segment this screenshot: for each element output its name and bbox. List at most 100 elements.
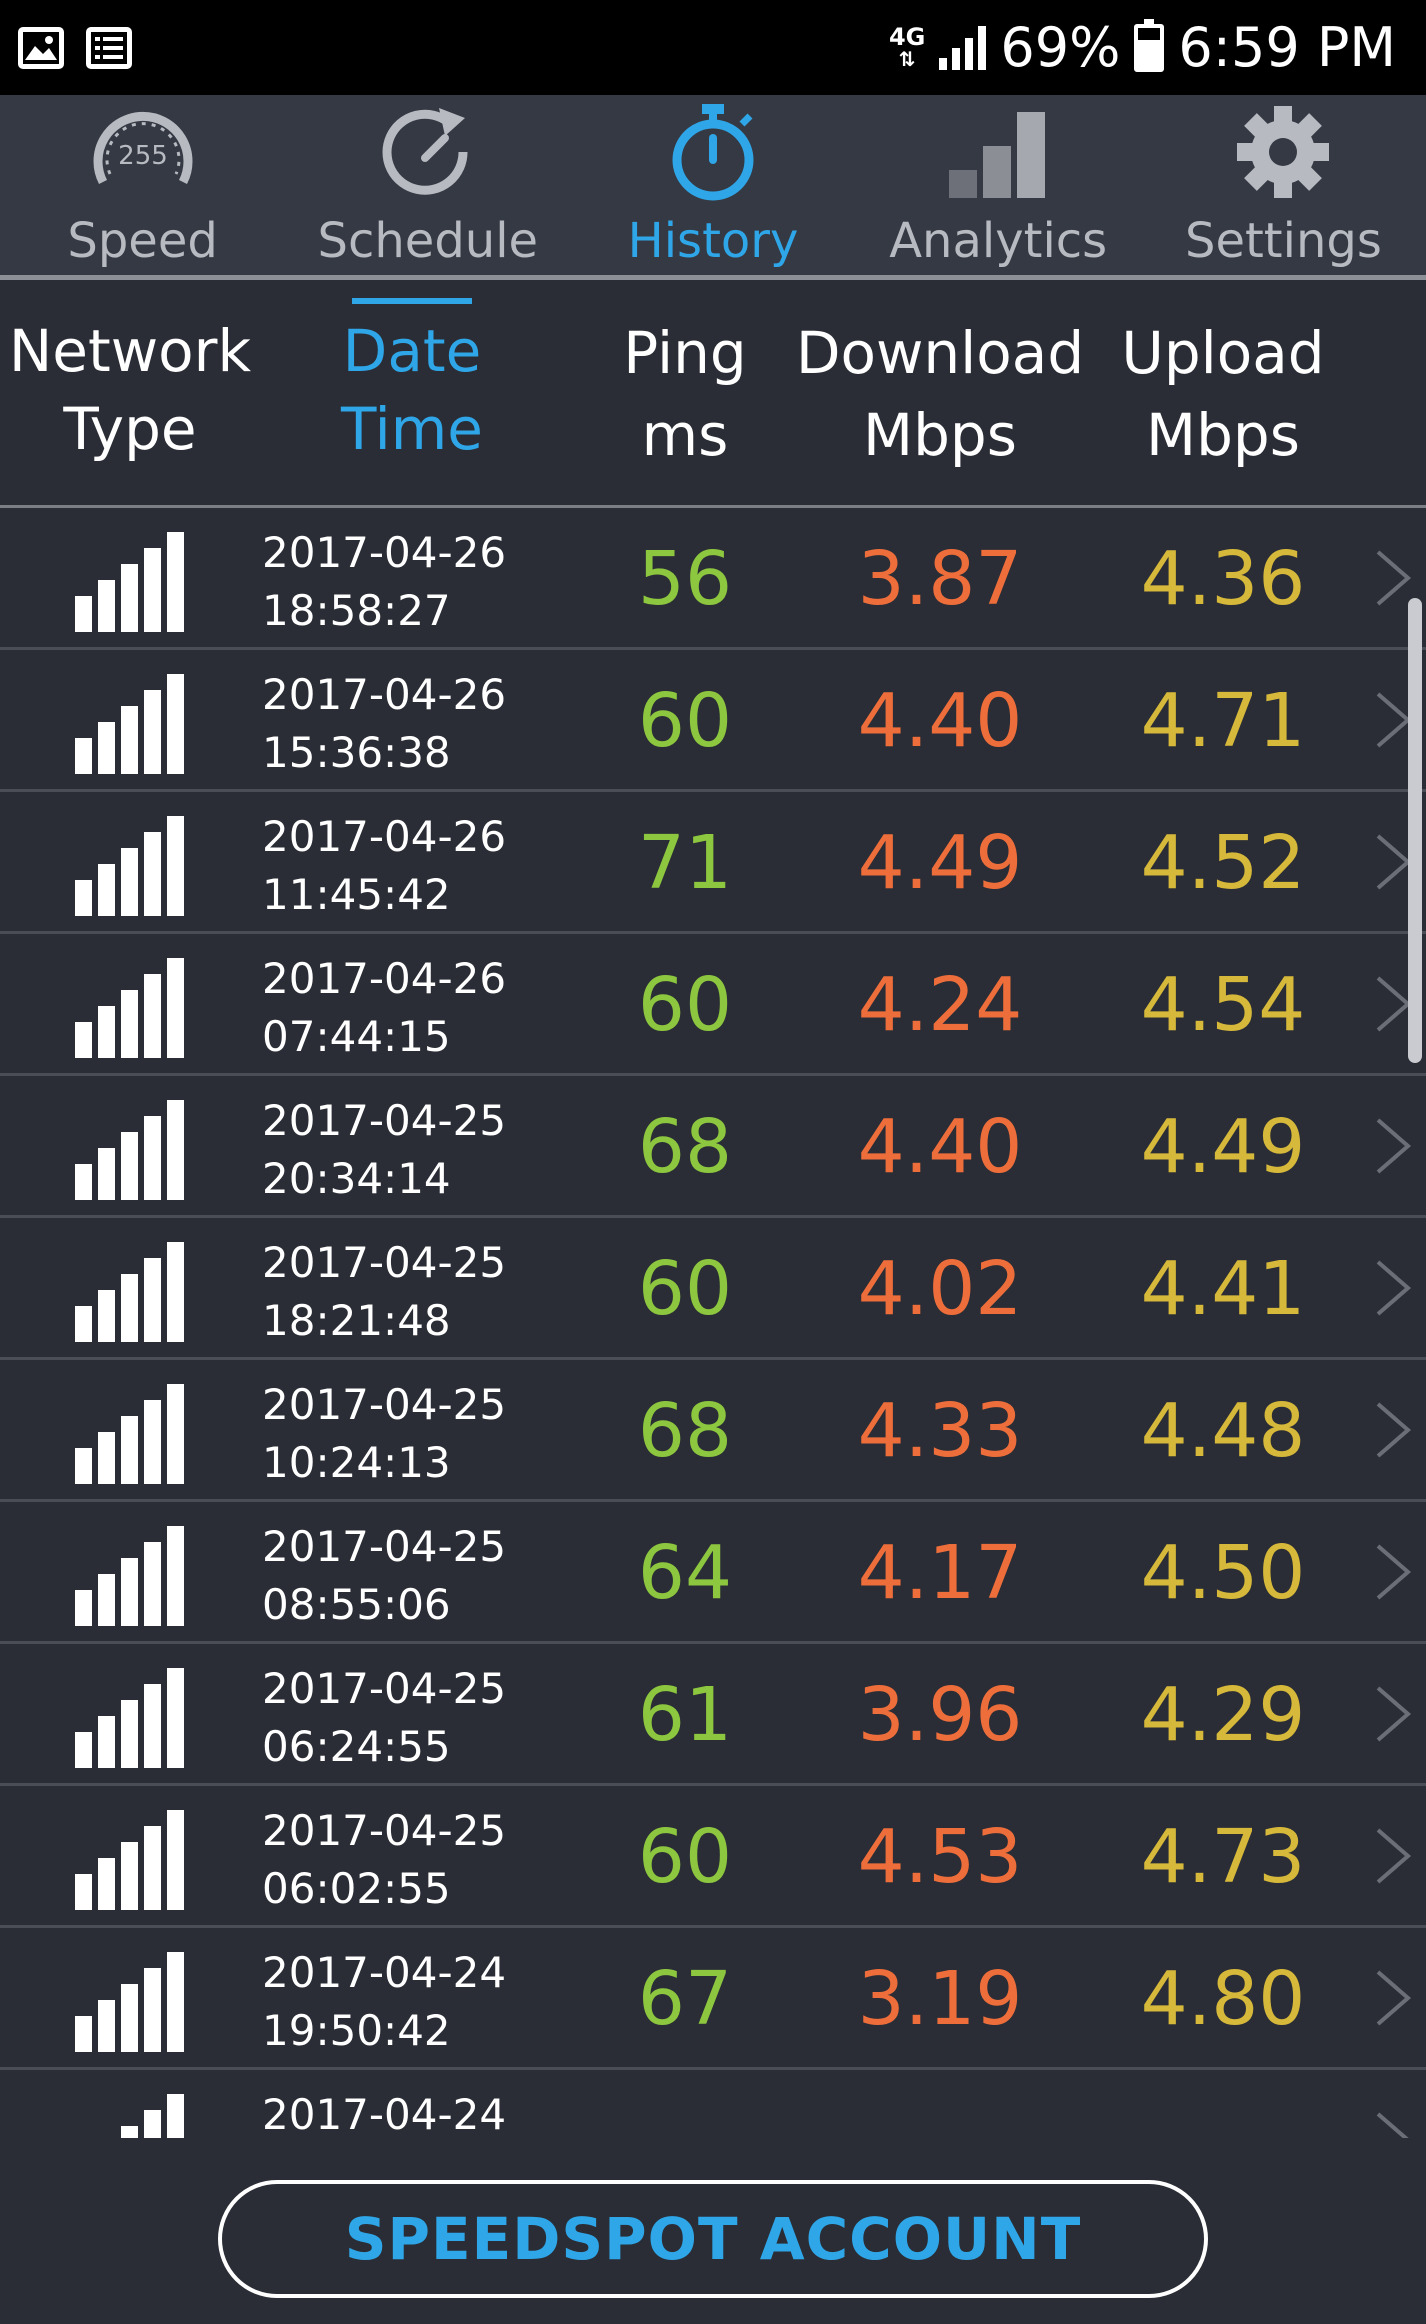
status-bar: 4G ⇅ 69% 6:59 PM	[0, 0, 1426, 95]
row-download: 4.40	[857, 1104, 1023, 1190]
row-ping: 61	[637, 1672, 733, 1758]
history-row[interactable]: 2017-04-24	[0, 2070, 1426, 2138]
gear-icon	[1228, 97, 1338, 207]
row-datetime: 2017-04-24 19:50:42	[262, 1948, 507, 2055]
row-datetime: 2017-04-25 06:24:55	[262, 1664, 507, 1771]
history-row[interactable]: 2017-04-25 20:34:14 68 4.40 4.49	[0, 1076, 1426, 1218]
row-datetime: 2017-04-26 11:45:42	[262, 812, 507, 919]
row-download: 3.19	[857, 1956, 1023, 2042]
column-download-line2: Mbps	[863, 401, 1017, 469]
column-network-line1: Network	[8, 317, 252, 385]
history-row[interactable]: 2017-04-24 19:50:42 67 3.19 4.80	[0, 1928, 1426, 2070]
network-signal-icon	[75, 532, 187, 632]
chevron-right-icon	[1376, 1260, 1412, 1316]
row-ping: 68	[637, 1388, 733, 1474]
column-header: Network Type Date Time Ping ms Download …	[0, 280, 1426, 508]
row-download: 4.17	[857, 1530, 1023, 1616]
history-row[interactable]: 2017-04-25 18:21:48 60 4.02 4.41	[0, 1218, 1426, 1360]
row-upload: 4.48	[1140, 1388, 1306, 1474]
network-type-indicator: 4G ⇅	[888, 22, 926, 71]
row-datetime: 2017-04-25 06:02:55	[262, 1806, 507, 1913]
row-download: 4.33	[857, 1388, 1023, 1474]
row-ping: 56	[637, 536, 733, 622]
clock: 6:59 PM	[1178, 16, 1396, 79]
row-upload: 4.80	[1140, 1956, 1306, 2042]
row-datetime: 2017-04-26 15:36:38	[262, 670, 507, 777]
row-upload: 4.29	[1140, 1672, 1306, 1758]
column-ping-line2: ms	[641, 401, 729, 469]
tab-analytics[interactable]: Analytics	[856, 95, 1141, 275]
chevron-right-icon	[1376, 1970, 1412, 2026]
row-datetime: 2017-04-25 10:24:13	[262, 1380, 507, 1487]
tab-settings[interactable]: Settings	[1141, 95, 1426, 275]
row-download: 3.96	[857, 1672, 1023, 1758]
list-scrollbar[interactable]	[1408, 598, 1422, 1063]
row-ping: 60	[637, 962, 733, 1048]
row-datetime: 2017-04-26 07:44:15	[262, 954, 507, 1061]
row-upload: 4.50	[1140, 1530, 1306, 1616]
row-ping: 68	[637, 1104, 733, 1190]
column-network-type[interactable]: Network Type	[5, 312, 255, 468]
column-date-time[interactable]: Date Time	[322, 312, 502, 468]
bar-chart-icon	[943, 97, 1053, 207]
network-signal-icon	[75, 674, 187, 774]
history-row[interactable]: 2017-04-25 06:24:55 61 3.96 4.29	[0, 1644, 1426, 1786]
tab-speed[interactable]: 255 Speed	[0, 95, 285, 275]
history-row[interactable]: 2017-04-26 07:44:15 60 4.24 4.54	[0, 934, 1426, 1076]
history-row[interactable]: 2017-04-25 06:02:55 60 4.53 4.73	[0, 1786, 1426, 1928]
row-ping: 60	[637, 1814, 733, 1900]
battery-icon	[1134, 18, 1165, 72]
row-ping: 64	[637, 1530, 733, 1616]
tab-schedule-label: Schedule	[317, 213, 539, 269]
row-upload: 4.36	[1140, 536, 1306, 622]
schedule-icon	[373, 97, 483, 207]
row-ping: 71	[637, 820, 733, 906]
column-network-line2: Type	[63, 395, 197, 463]
column-date-line2: Time	[341, 395, 483, 463]
row-datetime: 2017-04-26 18:58:27	[262, 528, 507, 635]
column-download[interactable]: Download Mbps	[790, 312, 1090, 476]
tab-settings-label: Settings	[1184, 213, 1382, 269]
network-signal-icon	[75, 1668, 187, 1768]
tab-speed-label: Speed	[67, 213, 218, 269]
history-row[interactable]: 2017-04-26 18:58:27 56 3.87 4.36	[0, 508, 1426, 650]
row-upload: 4.71	[1140, 678, 1306, 764]
battery-percent: 69%	[1000, 16, 1121, 79]
speedspot-account-button[interactable]: SPEEDSPOT ACCOUNT	[218, 2180, 1208, 2298]
network-signal-icon	[75, 1242, 187, 1342]
column-upload-line1: Upload	[1121, 319, 1325, 387]
column-download-line1: Download	[795, 319, 1085, 387]
column-upload-line2: Mbps	[1146, 401, 1300, 469]
history-row[interactable]: 2017-04-25 10:24:13 68 4.33 4.48	[0, 1360, 1426, 1502]
history-row[interactable]: 2017-04-25 08:55:06 64 4.17 4.50	[0, 1502, 1426, 1644]
network-signal-icon	[75, 1100, 187, 1200]
column-upload[interactable]: Upload Mbps	[1103, 312, 1343, 476]
gallery-icon	[18, 26, 64, 69]
tab-history[interactable]: History	[570, 95, 855, 275]
chevron-right-icon	[1376, 1828, 1412, 1884]
chevron-right-icon	[1376, 1402, 1412, 1458]
row-upload: 4.41	[1140, 1246, 1306, 1332]
tab-schedule[interactable]: Schedule	[285, 95, 570, 275]
network-signal-icon	[75, 958, 187, 1058]
network-signal-icon	[75, 816, 187, 916]
tab-analytics-label: Analytics	[889, 213, 1108, 269]
row-download: 4.53	[857, 1814, 1023, 1900]
network-signal-icon	[75, 1384, 187, 1484]
tab-history-label: History	[627, 213, 799, 269]
row-datetime: 2017-04-25 08:55:06	[262, 1522, 507, 1629]
row-ping: 60	[637, 1246, 733, 1332]
chevron-right-icon	[1376, 1544, 1412, 1600]
speedometer-icon: 255	[88, 97, 198, 207]
row-ping: 67	[637, 1956, 733, 2042]
column-ping[interactable]: Ping ms	[600, 312, 770, 476]
row-datetime: 2017-04-25 20:34:14	[262, 1096, 507, 1203]
chevron-right-icon	[1376, 2112, 1409, 2138]
network-signal-icon	[75, 1526, 187, 1626]
history-row[interactable]: 2017-04-26 11:45:42 71 4.49 4.52	[0, 792, 1426, 934]
history-list[interactable]: 2017-04-26 18:58:27 56 3.87 4.36 2017-04-…	[0, 508, 1426, 2138]
column-ping-line1: Ping	[623, 319, 747, 387]
row-datetime: 2017-04-24	[262, 2090, 507, 2138]
history-row[interactable]: 2017-04-26 15:36:38 60 4.40 4.71	[0, 650, 1426, 792]
row-upload: 4.52	[1140, 820, 1306, 906]
